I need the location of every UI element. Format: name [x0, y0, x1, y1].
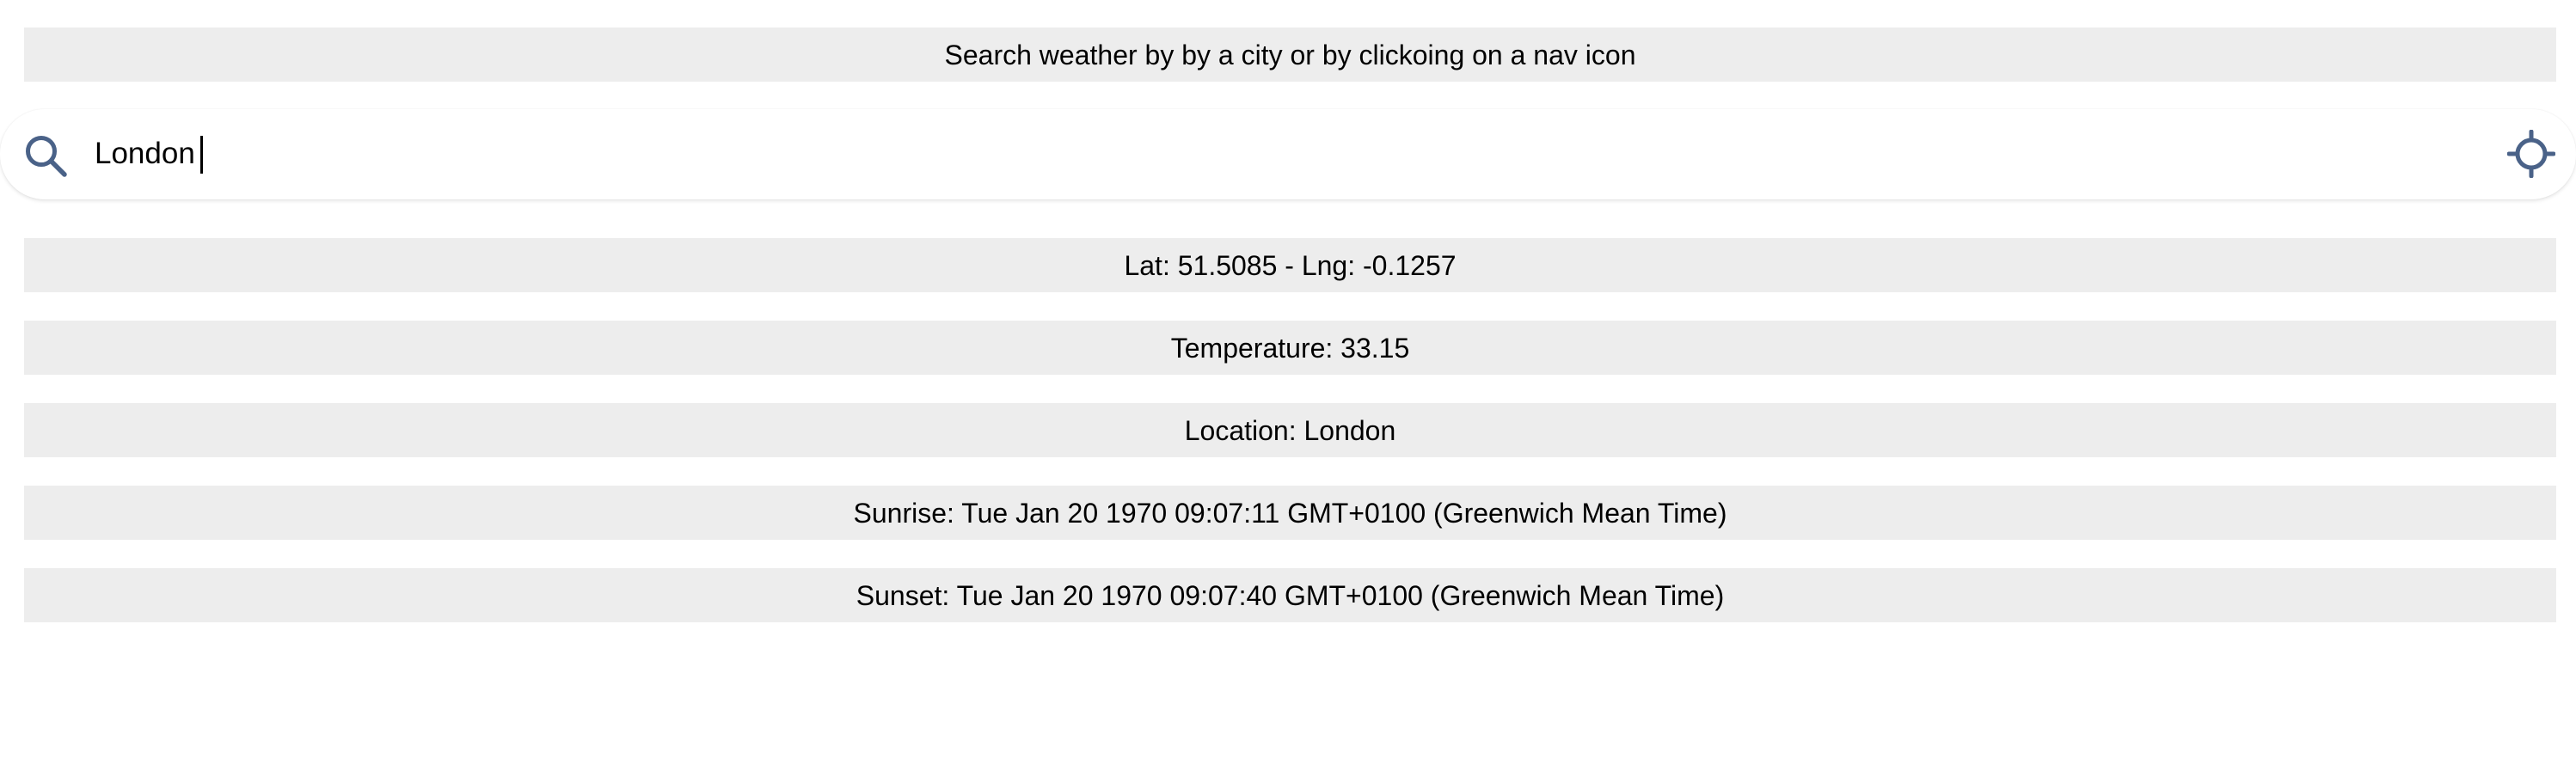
instructions-banner: Search weather by by a city or by clicko…: [24, 28, 2556, 82]
instructions-text: Search weather by by a city or by clicko…: [944, 39, 1636, 70]
sunrise-row: Sunrise: Tue Jan 20 1970 09:07:11 GMT+01…: [24, 486, 2556, 540]
latlng-text: Lat: 51.5085 - Lng: -0.1257: [1124, 249, 1457, 281]
text-caret: [200, 136, 203, 174]
sunset-text: Sunset: Tue Jan 20 1970 09:07:40 GMT+010…: [856, 579, 1725, 611]
sunset-row: Sunset: Tue Jan 20 1970 09:07:40 GMT+010…: [24, 568, 2556, 622]
location-row: Location: London: [24, 403, 2556, 457]
city-search-input[interactable]: [95, 126, 2468, 181]
latlng-row: Lat: 51.5085 - Lng: -0.1257: [24, 238, 2556, 292]
search-icon[interactable]: [22, 132, 71, 180]
search-bar: [0, 109, 2576, 199]
temperature-row: Temperature: 33.15: [24, 321, 2556, 375]
location-text: Location: London: [1184, 414, 1396, 446]
temperature-text: Temperature: 33.15: [1170, 332, 1410, 364]
crosshair-icon[interactable]: [2506, 129, 2556, 179]
sunrise-text: Sunrise: Tue Jan 20 1970 09:07:11 GMT+01…: [853, 497, 1727, 529]
